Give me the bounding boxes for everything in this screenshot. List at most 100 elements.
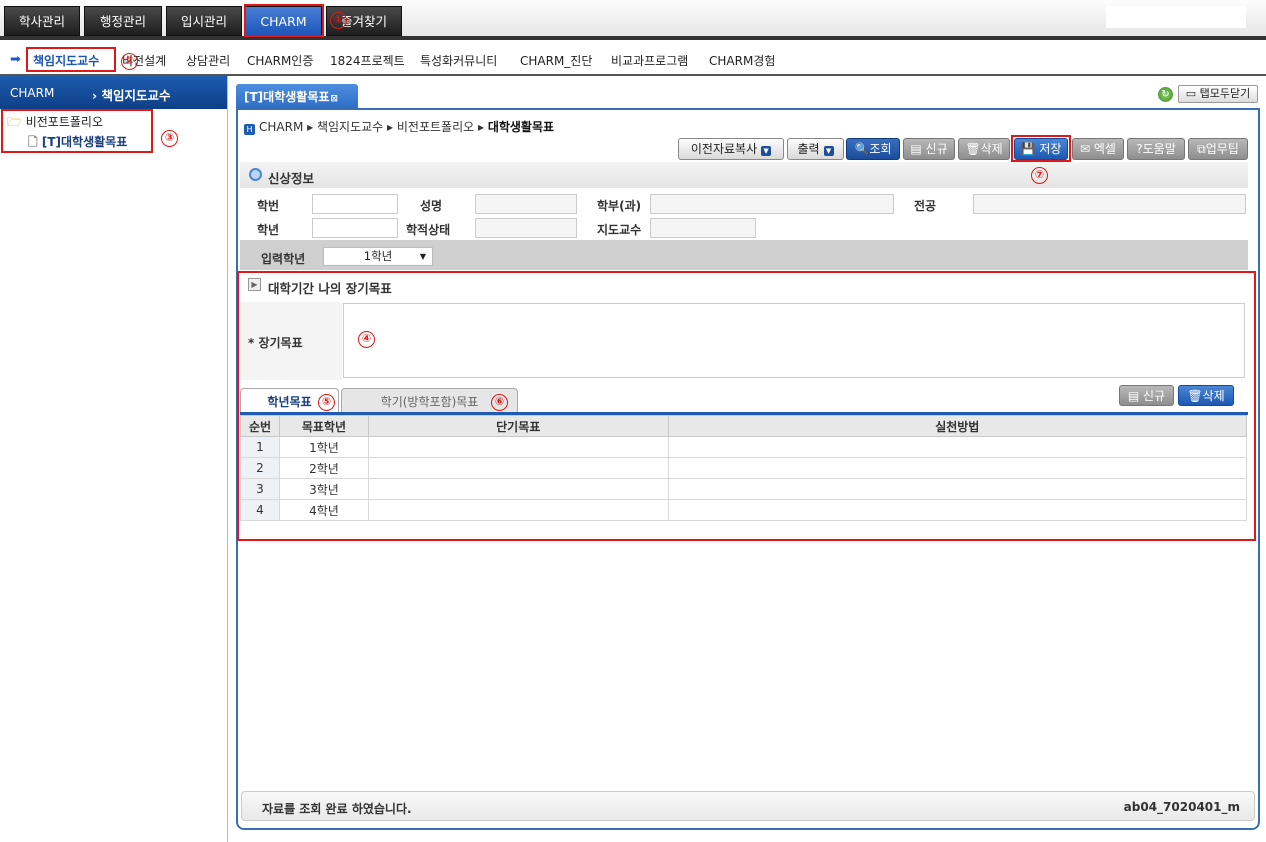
delete-button[interactable]: 🗑삭제	[958, 138, 1010, 160]
label-input-grade: 입력학년	[261, 252, 306, 266]
close-icon[interactable]: ⊠	[330, 94, 338, 104]
refresh-icon[interactable]: ↻	[1158, 87, 1173, 102]
new-button[interactable]: ▤ 신규	[903, 138, 955, 160]
top-tab-admin[interactable]: 행정관리	[84, 6, 162, 36]
grid-cell-index: 2	[240, 457, 280, 479]
grid-cell-index: 1	[240, 436, 280, 458]
field-student-id	[312, 194, 398, 214]
save-button[interactable]: 💾 저장	[1014, 138, 1068, 160]
arrow-right-icon: ➡	[10, 52, 21, 67]
status-bar: 자료를 조회 완료 하였습니다. ab04_7020401_m	[241, 791, 1255, 821]
year-goal-grid: 순번 목표학년 단기목표 실천방법 1 1학년 2 2학년 3 3학년 4 4학년	[240, 415, 1248, 521]
grid-cell-index: 4	[240, 499, 280, 521]
envelope-icon: ✉	[1080, 142, 1091, 156]
grid-cell-method[interactable]	[667, 436, 1248, 458]
profile-section-title: 신상정보	[268, 171, 315, 186]
label-name: 성명	[420, 199, 443, 213]
top-search-box[interactable]	[1106, 6, 1246, 28]
label-advisor: 지도교수	[597, 223, 642, 237]
profile-section-header	[240, 162, 1248, 188]
annotation-number-5: ⑤	[318, 394, 335, 411]
grid-cell-short-goal[interactable]	[367, 499, 669, 521]
main-content-tab[interactable]: [T]대학생활목표⊠	[236, 84, 358, 110]
sub-menu-counsel[interactable]: 상담관리	[186, 52, 230, 69]
copy-previous-dropdown[interactable]: 이전자료복사 ▼	[678, 138, 784, 160]
chevron-right-icon: ▶	[248, 278, 261, 291]
top-menu-bar: 학사관리 행정관리 입시관리 CHARM 즐겨찾기	[0, 0, 1266, 40]
grid-cell-year: 2학년	[278, 457, 369, 479]
top-tab-charm[interactable]: CHARM	[245, 6, 322, 36]
trash-icon: 🗑	[1187, 389, 1203, 403]
grid-cell-short-goal[interactable]	[367, 478, 669, 500]
grade-select[interactable]: 1학년 ▼	[323, 247, 433, 266]
excel-button[interactable]: ✉ 엑셀	[1072, 138, 1124, 160]
left-panel-header: CHARM › 책임지도교수	[0, 76, 227, 109]
screen-code: ab04_7020401_m	[1123, 800, 1240, 814]
print-dropdown[interactable]: 출력 ▼	[787, 138, 844, 160]
grid-cell-short-goal[interactable]	[367, 436, 669, 458]
grid-delete-button[interactable]: 🗑삭제	[1178, 385, 1234, 406]
sub-menu-bar: ➡ 책임지도교수 비전설계 상담관리 CHARM인증 1824프로젝트 특성화커…	[0, 44, 1266, 76]
grid-cell-method[interactable]	[667, 499, 1248, 521]
sub-menu-diagnosis[interactable]: CHARM_진단	[520, 52, 592, 69]
grid-header-short-goal: 단기목표	[367, 415, 669, 437]
long-goal-section-title: 대학기간 나의 장기목표	[268, 281, 392, 296]
grid-cell-year: 4학년	[278, 499, 369, 521]
top-tab-admission[interactable]: 입시관리	[166, 6, 242, 36]
annotation-number-6: ⑥	[491, 394, 508, 411]
table-row[interactable]: 1 1학년	[240, 436, 1248, 458]
table-row[interactable]: 4 4학년	[240, 499, 1248, 521]
field-year	[312, 218, 398, 238]
grid-cell-index: 3	[240, 478, 280, 500]
chevron-down-icon: ▼	[761, 146, 772, 156]
sub-menu-advisor[interactable]: 책임지도교수	[33, 52, 99, 69]
annotation-number-7: ⑦	[1031, 167, 1048, 184]
label-student-id: 학번	[257, 199, 280, 213]
sub-menu-program[interactable]: 비교과프로그램	[611, 52, 688, 69]
field-major	[973, 194, 1246, 214]
help-button[interactable]: ?도움말	[1127, 138, 1185, 160]
field-dept	[650, 194, 894, 214]
long-goal-textarea[interactable]	[343, 303, 1245, 378]
annotation-number-3: ③	[161, 130, 178, 147]
long-goal-label: * 장기목표	[248, 336, 303, 350]
top-tab-academic[interactable]: 학사관리	[4, 6, 80, 36]
sub-menu-charm-cert[interactable]: CHARM인증	[247, 52, 313, 69]
copy-icon: ⧉	[1197, 142, 1206, 156]
sub-menu-community[interactable]: 특성화커뮤니티	[420, 52, 497, 69]
close-all-tabs-button[interactable]: ▭ 탭모두닫기	[1178, 85, 1258, 103]
grid-cell-year: 1학년	[278, 436, 369, 458]
annotation-number-4: ④	[358, 331, 375, 348]
grid-new-button[interactable]: ▤ 신규	[1119, 385, 1174, 406]
field-advisor	[650, 218, 756, 238]
document-icon: 🗋	[28, 135, 38, 149]
floppy-disk-icon: 💾	[1020, 142, 1036, 156]
grid-cell-short-goal[interactable]	[367, 457, 669, 479]
table-row[interactable]: 3 3학년	[240, 478, 1248, 500]
grid-header-row: 순번 목표학년 단기목표 실천방법	[240, 415, 1248, 437]
annotation-number-1: ①	[330, 12, 347, 29]
grid-header-index: 순번	[240, 415, 280, 437]
sub-menu-experience[interactable]: CHARM경험	[709, 52, 775, 69]
tree-item-college-goal[interactable]: 🗋 [T]대학생활목표	[28, 133, 127, 154]
field-name	[475, 194, 577, 214]
grid-cell-method[interactable]	[667, 457, 1248, 479]
form-icon: ▤	[1127, 389, 1140, 403]
label-year: 학년	[257, 223, 280, 237]
label-status: 학적상태	[406, 223, 451, 237]
grid-header-method: 실천방법	[667, 415, 1248, 437]
tree-folder[interactable]: 🗁 비전포트폴리오	[7, 113, 103, 134]
bullet-circle-icon	[249, 168, 262, 181]
left-navigation-panel: CHARM › 책임지도교수 🗁 비전포트폴리오 🗋 [T]대학생활목표	[0, 76, 228, 842]
label-major: 전공	[914, 199, 937, 213]
search-button[interactable]: 🔍조회	[846, 138, 900, 160]
window-icon: ▭	[1185, 87, 1197, 100]
annotation-number-2: ②	[121, 53, 138, 70]
grid-cell-method[interactable]	[667, 478, 1248, 500]
table-row[interactable]: 2 2학년	[240, 457, 1248, 479]
sub-menu-1824[interactable]: 1824프로젝트	[330, 52, 405, 69]
chevron-down-icon: ▼	[823, 146, 834, 156]
dropdown-arrow-icon: ▼	[419, 252, 426, 261]
left-panel-root[interactable]: CHARM	[10, 86, 54, 100]
tip-button[interactable]: ⧉업무팁	[1188, 138, 1248, 160]
